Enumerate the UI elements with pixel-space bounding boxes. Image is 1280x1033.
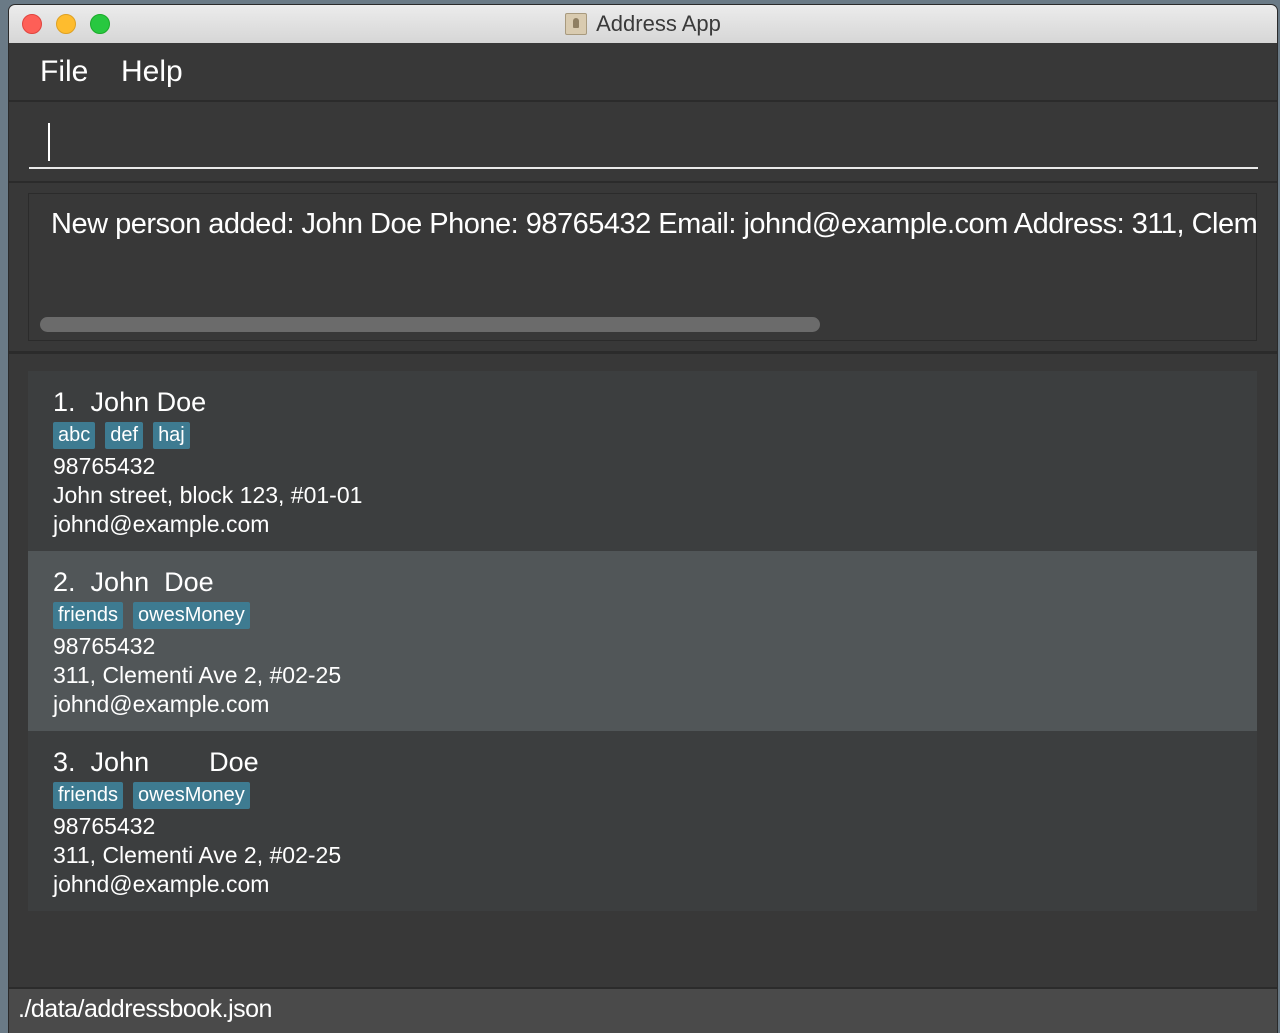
- divider: [9, 181, 1277, 183]
- person-phone: 98765432: [53, 633, 156, 659]
- person-index: 1.: [53, 387, 76, 417]
- person-address: 311, Clementi Ave 2, #02-25: [53, 662, 342, 688]
- person-card[interactable]: 3. John Doe friends owesMoney 98765432 3…: [28, 731, 1257, 911]
- person-card[interactable]: 1. John Doe abc def haj 98765432 John st…: [28, 371, 1257, 551]
- person-card[interactable]: 2. John Doe friends owesMoney 98765432 3…: [28, 551, 1257, 731]
- person-phone: 98765432: [53, 453, 156, 479]
- status-bar: ./data/addressbook.json: [9, 987, 1277, 1033]
- result-display[interactable]: New person added: John Doe Phone: 987654…: [28, 193, 1257, 341]
- person-name: 2. John Doe: [53, 565, 1257, 599]
- tag-badge: owesMoney: [133, 602, 250, 629]
- tag-badge: friends: [53, 782, 124, 809]
- person-full-name: John Doe: [90, 387, 207, 417]
- person-phone: 98765432: [53, 813, 156, 839]
- person-email: johnd@example.com: [53, 511, 270, 537]
- person-list[interactable]: 1. John Doe abc def haj 98765432 John st…: [28, 371, 1257, 911]
- tag-badge: friends: [53, 602, 124, 629]
- menu-file[interactable]: File: [40, 55, 88, 89]
- divider: [9, 351, 1277, 354]
- save-location-path: ./data/addressbook.json: [18, 995, 272, 1023]
- person-name: 1. John Doe: [53, 385, 1257, 419]
- person-tags: friends owesMoney: [53, 602, 1257, 630]
- window-title-group: Address App: [9, 5, 1277, 43]
- person-index: 3.: [53, 747, 76, 777]
- person-address: 311, Clementi Ave 2, #02-25: [53, 842, 342, 868]
- menu-help[interactable]: Help: [121, 55, 183, 89]
- person-email: johnd@example.com: [53, 871, 270, 897]
- menu-bar: File Help: [9, 43, 1277, 102]
- result-message: New person added: John Doe Phone: 987654…: [51, 208, 1257, 240]
- window-title: Address App: [596, 11, 721, 36]
- result-horizontal-scrollbar[interactable]: [40, 317, 820, 332]
- command-input[interactable]: [29, 105, 1258, 169]
- text-caret: [48, 123, 50, 161]
- person-name: 3. John Doe: [53, 745, 1257, 779]
- person-full-name: John Doe: [90, 747, 259, 777]
- tag-badge: def: [105, 422, 144, 449]
- title-bar[interactable]: Address App: [9, 5, 1277, 44]
- person-index: 2.: [53, 567, 76, 597]
- address-book-app-icon: [565, 13, 588, 35]
- person-tags: abc def haj: [53, 422, 1257, 450]
- command-box: [29, 105, 1258, 171]
- app-window: Address App File Help New person added: …: [9, 5, 1277, 1033]
- person-email: johnd@example.com: [53, 691, 270, 717]
- tag-badge: owesMoney: [133, 782, 250, 809]
- person-address: John street, block 123, #01-01: [53, 482, 363, 508]
- tag-badge: haj: [153, 422, 190, 449]
- tag-badge: abc: [53, 422, 96, 449]
- person-tags: friends owesMoney: [53, 782, 1257, 810]
- person-full-name: John Doe: [90, 567, 214, 597]
